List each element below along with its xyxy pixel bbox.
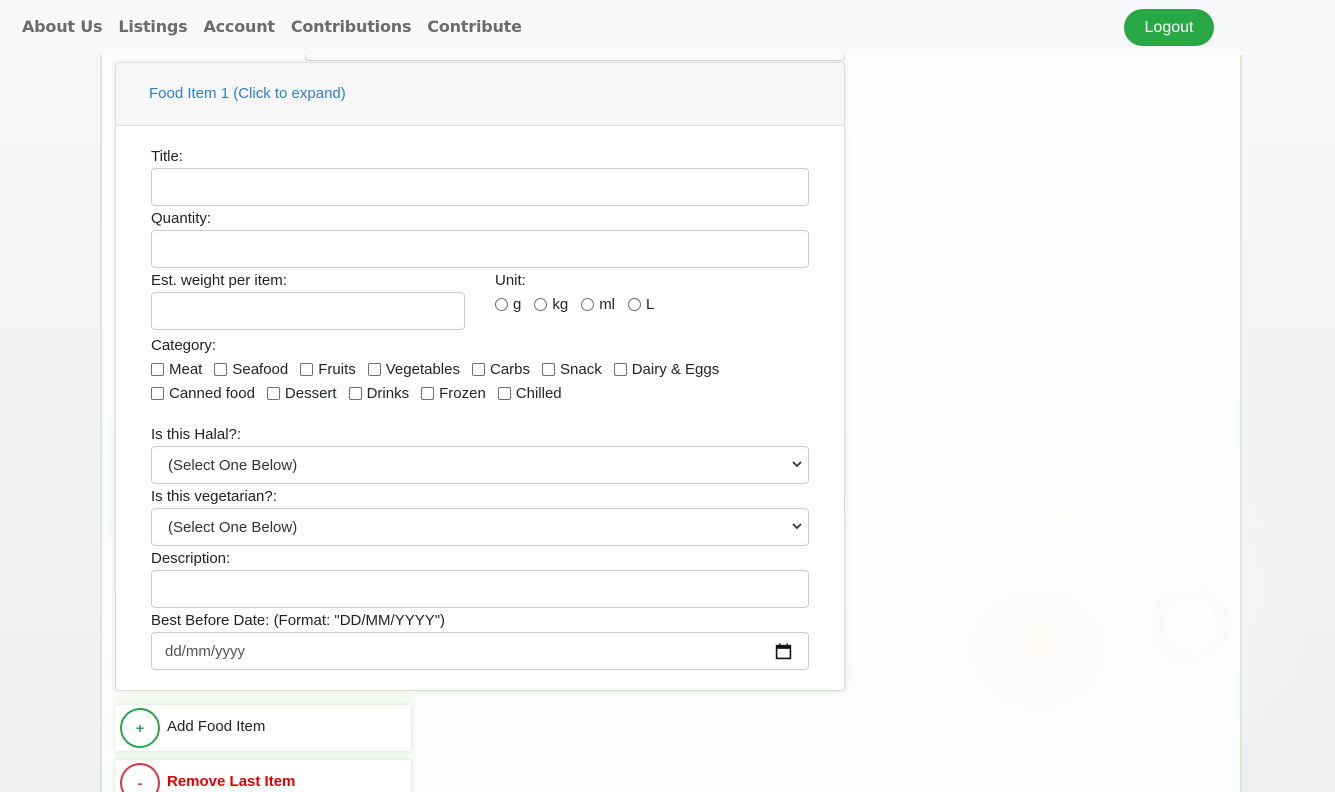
checkbox-dessert[interactable] xyxy=(266,387,280,400)
category-row-2: Canned food Dessert Drinks Frozen Chille… xyxy=(151,385,574,402)
vegetarian-label: Is this vegetarian?: xyxy=(151,488,277,505)
category-seafood[interactable]: Seafood xyxy=(214,361,288,378)
vegetarian-select[interactable]: (Select One Below) xyxy=(151,508,809,546)
description-input[interactable] xyxy=(151,570,809,608)
chevron-down-icon xyxy=(792,523,802,530)
food-item-expand-link[interactable]: Food Item 1 (Click to expand) xyxy=(149,85,346,102)
nav-contribute[interactable]: Contribute xyxy=(427,17,522,36)
category-vegetables[interactable]: Vegetables xyxy=(367,361,460,378)
checkbox-meat[interactable] xyxy=(151,363,164,376)
nav-listings[interactable]: Listings xyxy=(118,17,187,36)
checkbox-drinks[interactable] xyxy=(348,387,362,400)
checkbox-seafood[interactable] xyxy=(214,363,228,376)
category-fruits[interactable]: Fruits xyxy=(300,361,356,378)
unit-label: Unit: xyxy=(495,272,526,289)
nav-account[interactable]: Account xyxy=(203,17,275,36)
add-food-item-label[interactable]: Add Food Item xyxy=(167,718,265,735)
quantity-label: Quantity: xyxy=(151,210,212,227)
radio-g[interactable] xyxy=(495,298,508,311)
chevron-down-icon xyxy=(792,461,802,468)
nav-about-us[interactable]: About Us xyxy=(22,17,103,36)
checkbox-canned-food[interactable] xyxy=(151,387,164,400)
nav-contributions[interactable]: Contributions xyxy=(291,17,412,36)
food-item-header: Food Item 1 (Click to expand) xyxy=(116,63,844,126)
best-before-label: Best Before Date: (Format: "DD/MM/YYYY") xyxy=(151,612,446,629)
add-food-item-row[interactable]: + Add Food Item xyxy=(115,705,411,751)
top-navbar: About Us Listings Account Contributions … xyxy=(0,0,1335,55)
category-canned-food[interactable]: Canned food xyxy=(151,385,255,402)
best-before-date-input[interactable]: dd/mm/yyyy xyxy=(151,632,809,670)
quantity-input[interactable] xyxy=(151,230,809,268)
category-frozen[interactable]: Frozen xyxy=(421,385,486,402)
food-item-card: Food Item 1 (Click to expand) Title: Qua… xyxy=(115,62,845,691)
radio-ml[interactable] xyxy=(581,298,595,311)
description-label: Description: xyxy=(151,550,231,567)
add-icon[interactable]: + xyxy=(120,708,160,748)
category-carbs[interactable]: Carbs xyxy=(471,361,530,378)
category-chilled[interactable]: Chilled xyxy=(497,385,562,402)
category-row-1: Meat Seafood Fruits Vegetables Carbs Sna… xyxy=(151,361,731,378)
category-label: Category: xyxy=(151,337,217,354)
unit-option-kg[interactable]: kg xyxy=(534,296,568,313)
title-label: Title: xyxy=(151,148,183,165)
unit-option-ml[interactable]: ml xyxy=(581,296,615,313)
unit-option-l[interactable]: L xyxy=(628,296,654,313)
checkbox-vegetables[interactable] xyxy=(367,363,381,376)
remove-icon[interactable]: - xyxy=(120,763,160,792)
category-dairy-eggs[interactable]: Dairy & Eggs xyxy=(613,361,719,378)
category-snack[interactable]: Snack xyxy=(542,361,602,378)
category-drinks[interactable]: Drinks xyxy=(348,385,409,402)
remove-last-item-row[interactable]: - Remove Last Item xyxy=(115,760,411,792)
halal-label: Is this Halal?: xyxy=(151,426,242,443)
radio-l[interactable] xyxy=(628,298,642,311)
date-placeholder: dd/mm/yyyy xyxy=(165,643,246,660)
checkbox-carbs[interactable] xyxy=(471,363,485,376)
checkbox-fruits[interactable] xyxy=(300,363,314,376)
logout-button[interactable]: Logout xyxy=(1124,9,1214,46)
category-dessert[interactable]: Dessert xyxy=(266,385,337,402)
weight-label: Est. weight per item: xyxy=(151,272,287,289)
vegetarian-selected-value: (Select One Below) xyxy=(168,519,298,536)
unit-radio-group: g kg ml L xyxy=(495,296,667,313)
nav-links: About Us Listings Account Contributions … xyxy=(22,17,522,36)
calendar-icon[interactable] xyxy=(775,643,792,660)
halal-select[interactable]: (Select One Below) xyxy=(151,446,809,484)
remove-last-item-label[interactable]: Remove Last Item xyxy=(167,773,295,790)
checkbox-snack[interactable] xyxy=(542,363,555,376)
checkbox-dairy-eggs[interactable] xyxy=(613,363,627,376)
radio-kg[interactable] xyxy=(534,298,548,311)
checkbox-frozen[interactable] xyxy=(421,387,435,400)
unit-option-g[interactable]: g xyxy=(495,296,521,313)
category-meat[interactable]: Meat xyxy=(151,361,202,378)
checkbox-chilled[interactable] xyxy=(497,387,511,400)
halal-selected-value: (Select One Below) xyxy=(168,457,298,474)
weight-input[interactable] xyxy=(151,292,465,330)
title-input[interactable] xyxy=(151,168,809,206)
